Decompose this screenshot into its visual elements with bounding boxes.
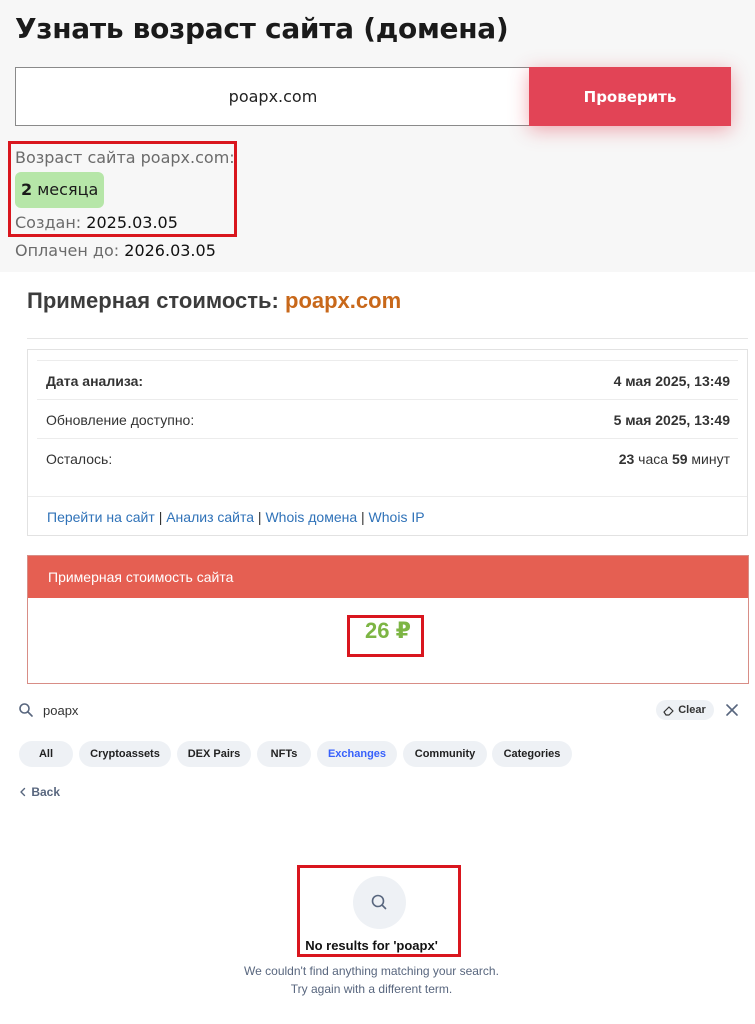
remaining-minutes: 59: [671, 451, 688, 467]
page-title: Узнать возраст сайта (домена): [15, 12, 509, 45]
card-links: Перейти на сайт | Анализ сайта | Whois д…: [28, 496, 747, 525]
info-row-remaining: Осталось: 23 часа 59 минут: [37, 438, 738, 477]
cost-title-domain: poapx.com: [285, 288, 402, 313]
analysis-info-card: Дата анализа: 4 мая 2025, 13:49 Обновлен…: [27, 349, 748, 536]
eraser-icon: [663, 706, 674, 716]
link-separator: |: [158, 509, 163, 525]
info-row-update-available: Обновление доступно: 5 мая 2025, 13:49: [37, 399, 738, 438]
info-row-analysis-date: Дата анализа: 4 мая 2025, 13:49: [37, 360, 738, 399]
link-whois-ip[interactable]: Whois IP: [369, 509, 425, 525]
info-value: 4 мая 2025, 13:49: [613, 373, 730, 389]
search-query[interactable]: poapx: [43, 703, 78, 718]
clear-label: Clear: [678, 704, 706, 716]
tab-nfts[interactable]: NFTs: [257, 741, 311, 767]
domain-input[interactable]: [15, 67, 531, 126]
check-button[interactable]: Проверить: [529, 67, 731, 126]
tab-exchanges[interactable]: Exchanges: [317, 741, 397, 767]
info-value: 23 часа 59 минут: [619, 451, 730, 467]
info-label: Осталось:: [46, 451, 113, 467]
tab-dex-pairs[interactable]: DEX Pairs: [177, 741, 251, 767]
no-results-line-2: Try again with a different term.: [290, 982, 453, 996]
link-go-to-site[interactable]: Перейти на сайт: [47, 509, 155, 525]
info-label: Обновление доступно:: [46, 412, 195, 428]
no-results-line-1: We couldn't find anything matching your …: [244, 964, 499, 978]
remaining-minutes-unit: минут: [691, 451, 730, 467]
tab-all[interactable]: All: [19, 741, 73, 767]
highlight-box-cost: [347, 615, 424, 657]
close-icon[interactable]: [724, 702, 740, 718]
clear-button[interactable]: Clear: [656, 700, 714, 720]
search-icon: [19, 703, 33, 717]
link-site-analysis[interactable]: Анализ сайта: [166, 509, 254, 525]
cost-title-prefix: Примерная стоимость:: [27, 288, 279, 313]
domain-age-section: Узнать возраст сайта (домена) Проверить …: [0, 0, 755, 272]
tab-community[interactable]: Community: [403, 741, 487, 767]
back-link[interactable]: Back: [18, 785, 60, 799]
remaining-hours-unit: часа: [638, 451, 669, 467]
highlight-box-no-results: [297, 865, 461, 957]
divider: [27, 338, 748, 339]
cost-title: Примерная стоимость: poapx.com: [27, 288, 401, 314]
site-cost-header: Примерная стоимость сайта: [28, 556, 748, 598]
info-label: Дата анализа:: [46, 373, 144, 389]
back-label: Back: [31, 785, 61, 799]
tab-cryptoassets[interactable]: Cryptoassets: [79, 741, 171, 767]
paid-line: Оплачен до: 2026.03.05: [15, 241, 216, 260]
link-separator: |: [257, 509, 262, 525]
link-separator: |: [361, 509, 365, 525]
tab-categories[interactable]: Categories: [492, 741, 572, 767]
paid-value: 2026.03.05: [124, 241, 216, 260]
paid-label: Оплачен до:: [15, 241, 120, 260]
remaining-hours: 23: [618, 451, 635, 467]
info-value: 5 мая 2025, 13:49: [613, 412, 730, 428]
highlight-box-age: [8, 141, 237, 237]
link-whois-domain[interactable]: Whois домена: [265, 509, 357, 525]
chevron-left-icon: [20, 787, 26, 797]
